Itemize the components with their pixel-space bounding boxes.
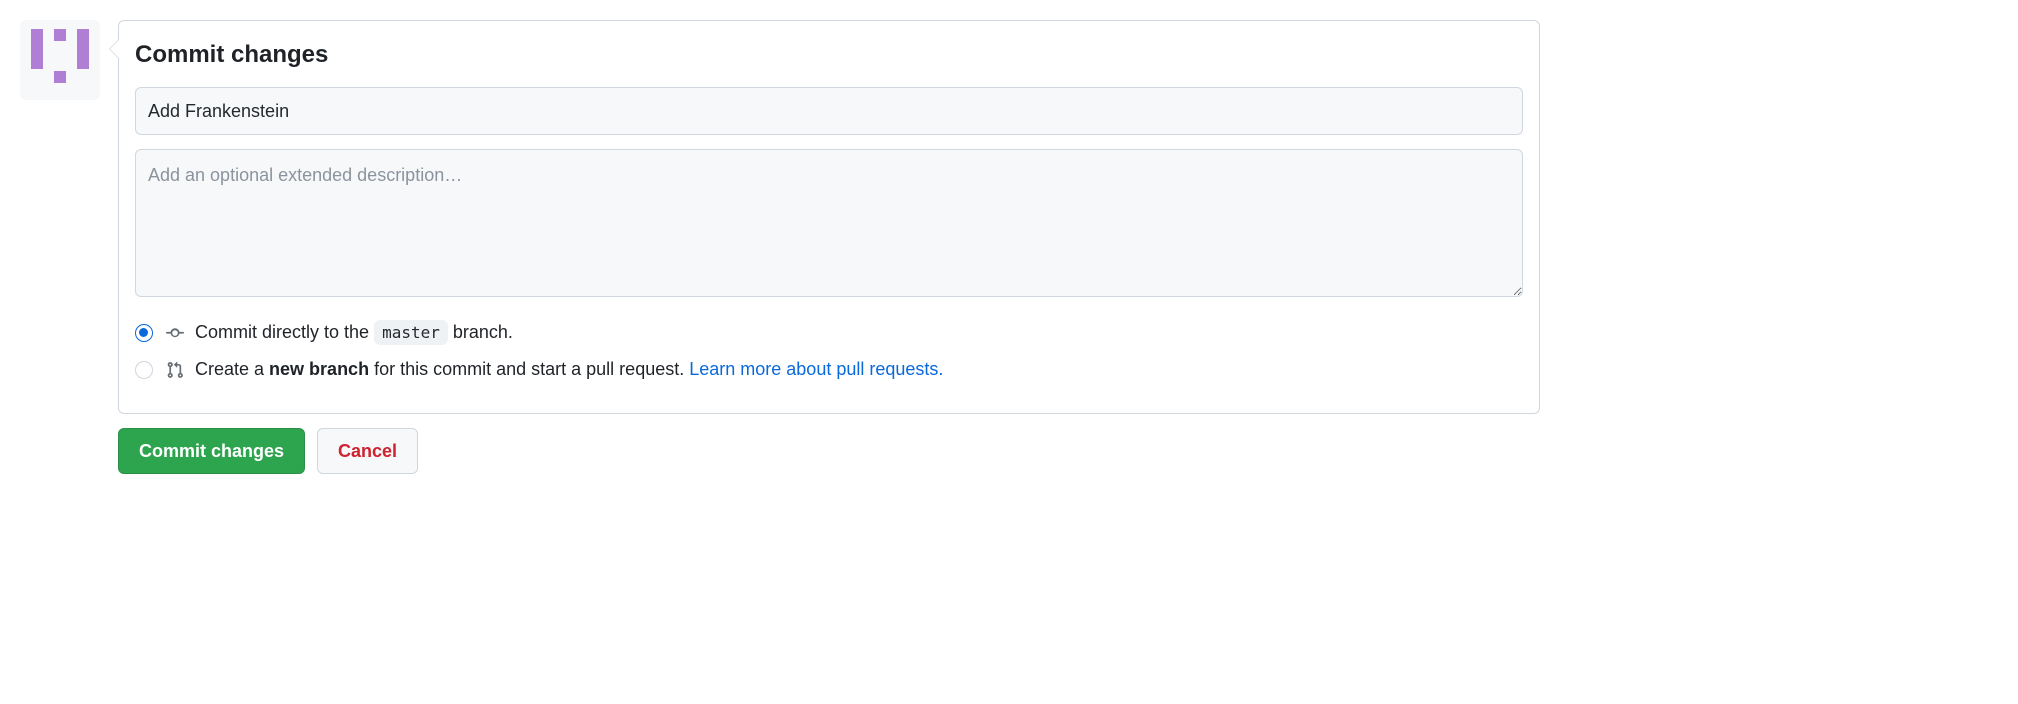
option-commit-direct[interactable]: Commit directly to the master branch. [135, 319, 1523, 346]
option-new-branch[interactable]: Create a new branch for this commit and … [135, 356, 1523, 383]
branch-name-badge: master [374, 320, 448, 345]
commit-description-textarea[interactable] [135, 149, 1523, 297]
form-title: Commit changes [135, 37, 1523, 73]
option-direct-label: Commit directly to the master branch. [195, 319, 513, 346]
radio-commit-direct[interactable] [135, 324, 153, 342]
commit-changes-button[interactable]: Commit changes [118, 428, 305, 474]
option-new-branch-label: Create a new branch for this commit and … [195, 356, 943, 383]
git-pull-request-icon [165, 360, 185, 380]
learn-more-link[interactable]: Learn more about pull requests. [689, 359, 943, 379]
button-row: Commit changes Cancel [118, 428, 1540, 474]
commit-message-input[interactable] [135, 87, 1523, 135]
commit-form: Commit changes Commit directly to the ma… [118, 20, 1540, 414]
cancel-button[interactable]: Cancel [317, 428, 418, 474]
git-commit-icon [165, 323, 185, 343]
avatar [20, 20, 100, 100]
radio-new-branch[interactable] [135, 361, 153, 379]
avatar-pattern [27, 27, 93, 93]
